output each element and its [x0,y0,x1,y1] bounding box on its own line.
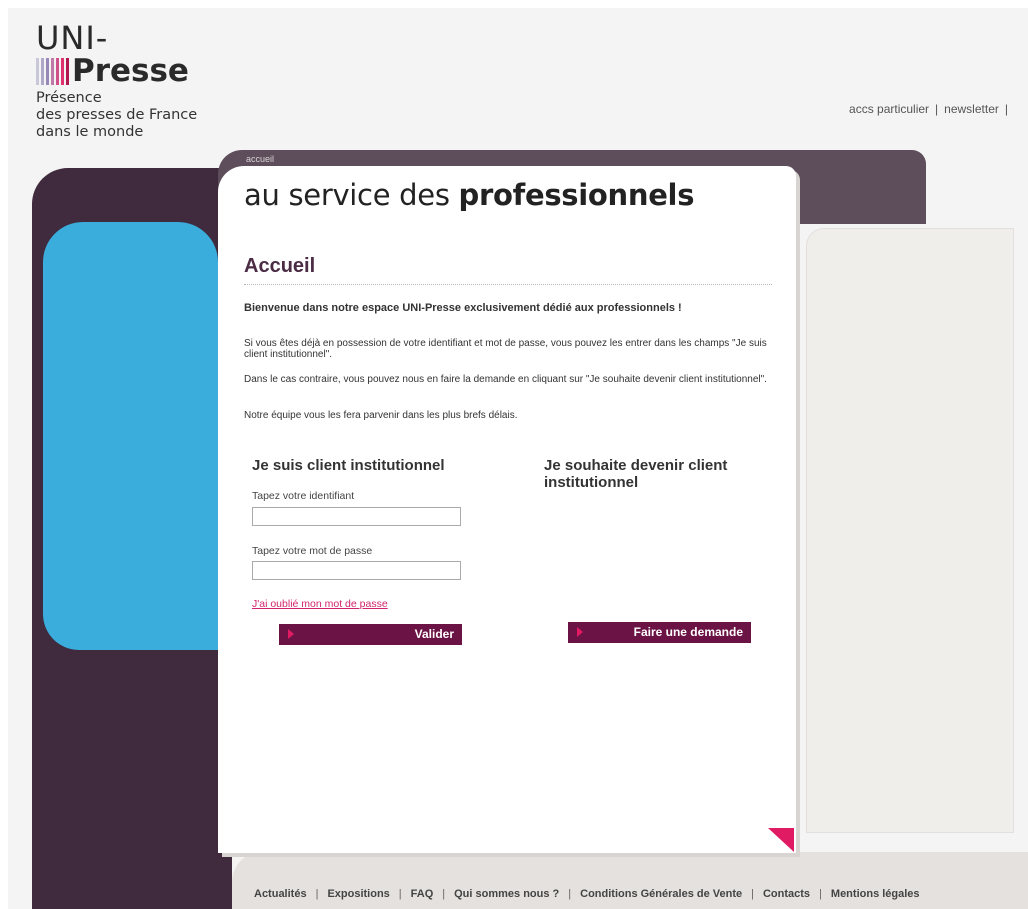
password-label: Tapez votre mot de passe [252,545,373,557]
footer-link[interactable]: Mentions légales [831,888,920,900]
password-input[interactable] [252,561,461,580]
footer-band [232,852,1028,909]
right-side-panel [806,228,1014,833]
logo-bar [66,57,69,85]
info-paragraph-1: Si vous êtes déjà en possession de votre… [244,338,767,360]
logo-bar [41,57,44,85]
forgot-password-link[interactable]: J'ai oublié mon mot de passe [252,598,388,610]
top-link-newsletter[interactable]: newsletter [944,102,999,116]
footer-link[interactable]: FAQ [411,888,434,900]
request-access-button[interactable]: Faire une demande [568,622,751,643]
footer-link[interactable]: Expositions [327,888,389,900]
footer-separator: | [398,888,402,900]
info-paragraph-3: Notre équipe vous les fera parvenir dans… [244,410,518,421]
logo-bar [56,57,59,85]
footer-separator: | [568,888,572,900]
logo-uni-text: UNI- [36,19,109,57]
top-links-separator: | [1004,102,1008,116]
logo-tagline-2: des presses de France [36,107,198,123]
footer-nav: Actualités | Expositions | FAQ | Qui sommes no… [254,888,920,900]
logo-tagline-3: dans le monde [36,124,144,140]
validate-button-label: Valider [414,627,454,641]
left-blue-shape [43,222,218,650]
identifier-label: Tapez votre identifiant [252,490,355,502]
request-button-label: Faire une demande [633,625,743,639]
page-title: Accueil [244,255,316,277]
footer-separator: | [819,888,822,900]
breadcrumb[interactable]: accueil [246,154,274,164]
validate-button[interactable]: Valider [279,624,462,645]
footer-link[interactable]: Contacts [763,888,810,900]
footer-link[interactable]: Conditions Générales de Vente [580,888,742,900]
info-paragraph-2: Dans le cas contraire, vous pouvez nous … [244,374,767,385]
logo-bar [51,57,54,85]
headline-bold: professionnels [458,178,695,212]
footer-separator: | [442,888,446,900]
logo-bar [46,57,49,85]
page-headline: au service des professionnels [244,178,694,212]
headline-light: au service des [244,178,459,212]
title-divider [244,284,772,285]
site-logo[interactable]: UNI- Presse Présence des presses de Fran… [36,22,226,141]
logo-tagline-1: Présence [36,90,102,106]
identifier-input[interactable] [252,507,461,526]
footer-separator: | [315,888,319,900]
corner-triangle-icon [768,828,794,852]
welcome-text: Bienvenue dans notre espace UNI-Presse e… [244,302,682,314]
top-links-separator: | [935,102,939,116]
logo-bar [36,57,39,85]
footer-link[interactable]: Actualités [254,888,307,900]
play-arrow-icon [288,629,294,639]
footer-link[interactable]: Qui sommes nous ? [454,888,559,900]
signup-section-title: Je souhaite devenir client institutionne… [544,457,728,491]
logo-bars-icon [36,57,69,85]
play-arrow-icon [577,627,583,637]
top-link-particulier[interactable]: accs particulier [849,102,929,116]
top-links: accs particulier | newsletter | [849,102,1014,116]
logo-presse-text: Presse [72,53,189,89]
logo-bar [61,57,64,85]
login-section-title: Je suis client institutionnel [252,457,445,474]
footer-separator: | [751,888,754,900]
